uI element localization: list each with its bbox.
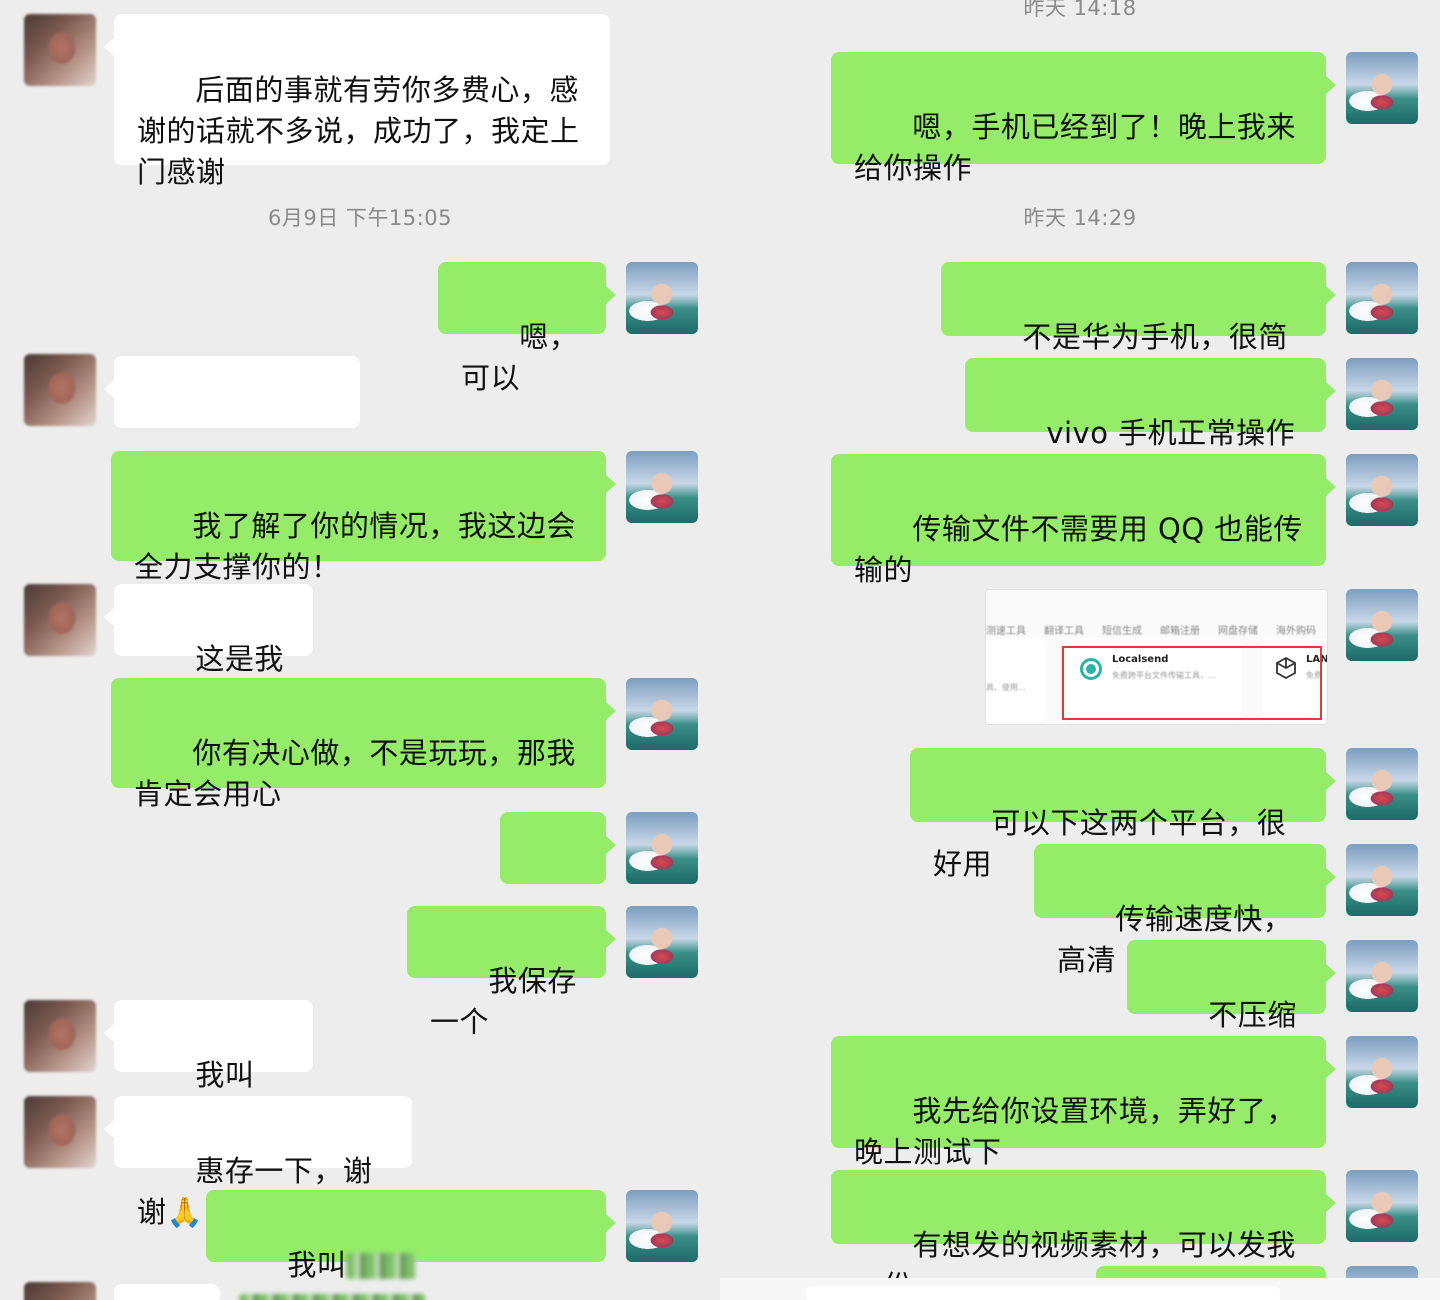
input-bar [720,1278,1440,1300]
self-avatar[interactable] [626,812,698,884]
message-text: 我保存一个 [430,964,577,1039]
message-text: 你有决心做，不是玩玩，那我肯定会用心 [134,736,576,811]
friend-avatar[interactable] [24,584,96,656]
message-text: 后面的事就有劳你多费心，感谢的话就不多说，成功了，我定上门感谢 [137,73,580,189]
message-text: 我先给你设置环境，弄好了，晚上测试下 [854,1094,1296,1169]
message-bubble-outgoing[interactable]: 我了解了你的情况，我这边会全力支撑你的！ [111,451,616,584]
timestamp-label: 昨天 14:18 [1023,0,1137,20]
message-bubble-incoming[interactable]: 后面的事就有劳你多费心，感谢的话就不多说，成功了，我定上门感谢 [104,14,610,189]
message-bubble-incoming[interactable]: 惠存一下，谢谢🙏 [104,1096,412,1229]
message-bubble-outgoing[interactable]: 你有决心做，不是玩玩，那我肯定会用心 [111,678,616,811]
message-text: 我了解了你的情况，我这边会全力支撑你的！ [134,509,576,584]
message-bubble-outgoing[interactable]: 我叫 [206,1190,616,1300]
chat-pane-right: 昨天 14:18 嗯，手机已经到了！晚上我来给你操作 昨天 14:29 不是华为… [720,0,1440,1300]
message-text: 我叫 [287,1248,347,1282]
self-avatar[interactable] [626,906,698,978]
message-bubble-incoming[interactable] [104,356,360,486]
timestamp-label: 6月9日 下午15:05 [268,206,452,230]
friend-avatar[interactable] [24,14,96,86]
self-avatar[interactable] [1346,940,1418,1012]
self-avatar[interactable] [626,451,698,523]
self-avatar[interactable] [626,1190,698,1262]
friend-avatar[interactable] [24,1282,96,1300]
screenshot-card: 具、使用... [986,638,1046,722]
image-message[interactable]: 测速工具翻译工具短信生成邮箱注册网盘存储海外购码( 具、使用... Locals… [985,589,1328,725]
message-bubble-outgoing[interactable]: 嗯，手机已经到了！晚上我来给你操作 [831,52,1336,185]
self-avatar[interactable] [1346,262,1418,334]
message-bubble-outgoing[interactable]: 不压缩画质 [1127,940,1336,1073]
message-bubble-incoming[interactable] [114,1284,220,1300]
message-bubble-incoming[interactable]: 这是我电话 [104,584,313,717]
message-input[interactable] [806,1286,1280,1300]
timestamp-label: 昨天 14:29 [1023,206,1137,230]
self-avatar[interactable] [1346,1036,1418,1108]
message-bubble-outgoing[interactable]: 我保存一个 [407,906,616,1039]
message-text: 我叫 [195,1058,255,1092]
chat-pane-left: 后面的事就有劳你多费心，感谢的话就不多说，成功了，我定上门感谢 6月9日 下午1… [0,0,720,1300]
message-bubble-outgoing[interactable]: 传输文件不需要用 QQ 也能传输的 [831,454,1336,587]
friend-avatar[interactable] [24,1096,96,1168]
message-bubble-outgoing[interactable]: 我先给你设置环境，弄好了，晚上测试下 [831,1036,1336,1169]
self-avatar[interactable] [626,678,698,750]
redacted-phone-number [239,1294,425,1300]
friend-avatar[interactable] [24,354,96,426]
self-avatar[interactable] [1346,358,1418,430]
self-avatar[interactable] [1346,748,1418,820]
self-avatar[interactable] [1346,52,1418,124]
message-text: 嗯，可以 [461,320,579,395]
message-bubble-outgoing[interactable]: 好的 [500,812,616,945]
self-avatar[interactable] [1346,1170,1418,1242]
message-bubble-outgoing[interactable]: 嗯，可以 [438,262,616,395]
redacted-name [346,1253,417,1279]
message-text: 嗯，手机已经到了！晚上我来给你操作 [854,110,1296,185]
message-bubble-outgoing[interactable]: 有想发的视频素材，可以发我一份 [831,1170,1336,1300]
message-text: 传输文件不需要用 QQ 也能传输的 [854,512,1303,587]
self-avatar[interactable] [1346,454,1418,526]
highlight-box [1062,646,1322,720]
message-bubble-outgoing[interactable]: 传输速度快，高清 [1034,844,1336,977]
message-bubble-outgoing[interactable]: vivo 手机正常操作就行 [965,358,1336,491]
self-avatar[interactable] [626,262,698,334]
message-bubble-incoming[interactable]: 我叫 [104,1000,313,1130]
self-avatar[interactable] [1346,589,1418,661]
self-avatar[interactable] [1346,844,1418,916]
message-bubble-outgoing[interactable]: 可以下这两个平台，很好用 [910,748,1336,881]
message-bubble-outgoing[interactable]: 不是华为手机，很简单的 [941,262,1336,395]
friend-avatar[interactable] [24,1000,96,1072]
